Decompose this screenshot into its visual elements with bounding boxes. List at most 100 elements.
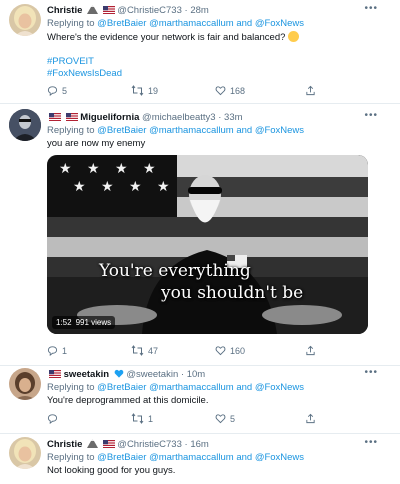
separator: · (184, 439, 188, 450)
us-flag-icon (49, 370, 61, 382)
reply-count: 5 (62, 85, 68, 96)
retweet-count: 47 (148, 345, 159, 356)
video-caption-line-2: you shouldn't be (161, 283, 304, 303)
mention-and[interactable]: and (236, 382, 252, 393)
reply-icon (47, 414, 58, 424)
svg-text:★: ★ (157, 178, 170, 194)
retweet-icon (131, 413, 144, 424)
hashtag-foxnewsisdead[interactable]: #FoxNewsIsDead (47, 68, 122, 80)
reply-button[interactable]: 5 (47, 85, 67, 96)
volcano-emoji-icon (87, 5, 99, 18)
share-button[interactable] (305, 85, 316, 96)
tweet-header: sweetakin @sweetakin · 10m (47, 369, 205, 382)
more-dots-icon[interactable]: ••• (364, 437, 378, 448)
avatar[interactable] (9, 437, 41, 469)
retweet-icon (131, 85, 144, 96)
tweet-actions: 1 5 (47, 413, 337, 427)
mention-and[interactable]: and (236, 125, 252, 136)
thinking-emoji-icon (288, 31, 300, 42)
svg-text:★: ★ (73, 178, 86, 194)
reply-button[interactable]: 1 (47, 345, 67, 356)
tweet-miguelifornia[interactable]: Miguelifornia @michaelbeatty3 · 33m ••• … (0, 104, 400, 366)
user-handle[interactable]: @michaelbeatty3 (142, 112, 216, 123)
avatar[interactable] (9, 4, 41, 36)
mention-marthamaccallum[interactable]: @marthamaccallum (149, 382, 234, 393)
more-dots-icon[interactable]: ••• (364, 3, 378, 14)
mention-bretbaier[interactable]: @BretBaier (97, 125, 146, 136)
avatar[interactable] (9, 368, 41, 400)
display-name[interactable]: sweetakin (64, 369, 109, 380)
like-button[interactable]: 168 (215, 85, 245, 96)
more-dots-icon[interactable]: ••• (364, 110, 378, 121)
replying-to-label: Replying to (47, 382, 95, 393)
tweet-text: you are now my enemy (47, 138, 146, 149)
display-name[interactable]: Christie (47, 439, 82, 450)
mention-and[interactable]: and (236, 18, 252, 29)
mention-and[interactable]: and (236, 452, 252, 463)
tweet-actions: 1 47 160 (47, 345, 337, 359)
mention-marthamaccallum[interactable]: @marthamaccallum (149, 452, 234, 463)
separator: · (184, 5, 188, 16)
like-count: 160 (230, 345, 246, 356)
share-button[interactable] (305, 345, 316, 356)
reply-count: 1 (62, 345, 68, 356)
mention-bretbaier[interactable]: @BretBaier (97, 452, 146, 463)
tweet-text: Not looking good for you guys. (47, 465, 176, 476)
mention-bretbaier[interactable]: @BretBaier (97, 382, 146, 393)
tweet-actions: 5 19 168 (47, 85, 337, 99)
svg-text:★: ★ (129, 178, 142, 194)
replying-to-label: Replying to (47, 452, 95, 463)
separator: · (218, 112, 222, 123)
like-button[interactable]: 160 (215, 345, 245, 356)
display-name[interactable]: Miguelifornia (80, 112, 139, 123)
tweet-text: Where's the evidence your network is fai… (47, 31, 300, 44)
video-frame: ★ ★ ★ ★ ★ ★ ★ ★ (47, 155, 368, 334)
tweet-christie-1[interactable]: Christie @ChristieC733 · 28m ••• Replyin… (0, 0, 400, 104)
avatar[interactable] (9, 109, 41, 141)
timestamp[interactable]: 33m (224, 112, 242, 123)
blue-heart-icon (114, 369, 124, 382)
user-handle[interactable]: @ChristieC733 (117, 439, 182, 450)
retweet-icon (131, 345, 144, 356)
video-caption-line-1: You're everything (99, 261, 251, 281)
share-icon (306, 85, 315, 96)
hashtag-proveit[interactable]: #PROVEIT (47, 56, 94, 68)
mention-bretbaier[interactable]: @BretBaier (97, 18, 146, 29)
user-handle[interactable]: @sweetakin (126, 369, 178, 380)
retweet-button[interactable]: 47 (131, 345, 158, 356)
mention-foxnews[interactable]: @FoxNews (255, 125, 304, 136)
tweet-text: You're deprogrammed at this domicile. (47, 395, 209, 406)
tweet-christie-2[interactable]: Christie @ChristieC733 · 16m ••• Replyin… (0, 434, 400, 484)
timestamp[interactable]: 10m (187, 369, 205, 380)
user-handle[interactable]: @ChristieC733 (117, 5, 182, 16)
tweet-header: Christie @ChristieC733 · 28m (47, 5, 209, 18)
mention-marthamaccallum[interactable]: @marthamaccallum (149, 125, 234, 136)
svg-text:★: ★ (101, 178, 114, 194)
svg-text:★: ★ (59, 160, 72, 176)
retweet-button[interactable]: 1 (131, 413, 153, 424)
display-name[interactable]: Christie (47, 5, 82, 16)
mention-marthamaccallum[interactable]: @marthamaccallum (149, 18, 234, 29)
svg-text:★: ★ (115, 160, 128, 176)
heart-icon (215, 86, 226, 96)
mention-foxnews[interactable]: @FoxNews (255, 18, 304, 29)
video-info-badge: 1:52 991 views (52, 316, 116, 329)
share-button[interactable] (305, 413, 316, 424)
mention-foxnews[interactable]: @FoxNews (255, 382, 304, 393)
retweet-button[interactable]: 19 (131, 85, 158, 96)
retweet-count: 1 (148, 413, 154, 424)
tweet-sweetakin[interactable]: sweetakin @sweetakin · 10m ••• Replying … (0, 366, 400, 434)
us-flag-icon-2 (65, 113, 78, 125)
us-flag-icon (102, 440, 115, 452)
replying-to: Replying to @BretBaier @marthamaccallum … (47, 125, 304, 137)
like-button[interactable]: 5 (215, 413, 235, 424)
video-views: 991 views (75, 318, 112, 327)
mention-foxnews[interactable]: @FoxNews (255, 452, 304, 463)
reply-button[interactable] (47, 413, 62, 424)
timestamp[interactable]: 16m (190, 439, 208, 450)
heart-icon (215, 414, 226, 424)
timestamp[interactable]: 28m (190, 5, 208, 16)
video-player[interactable]: ★ ★ ★ ★ ★ ★ ★ ★ You're everything you shouldn'… (47, 155, 368, 334)
more-dots-icon[interactable]: ••• (364, 367, 378, 378)
share-icon (306, 413, 315, 424)
